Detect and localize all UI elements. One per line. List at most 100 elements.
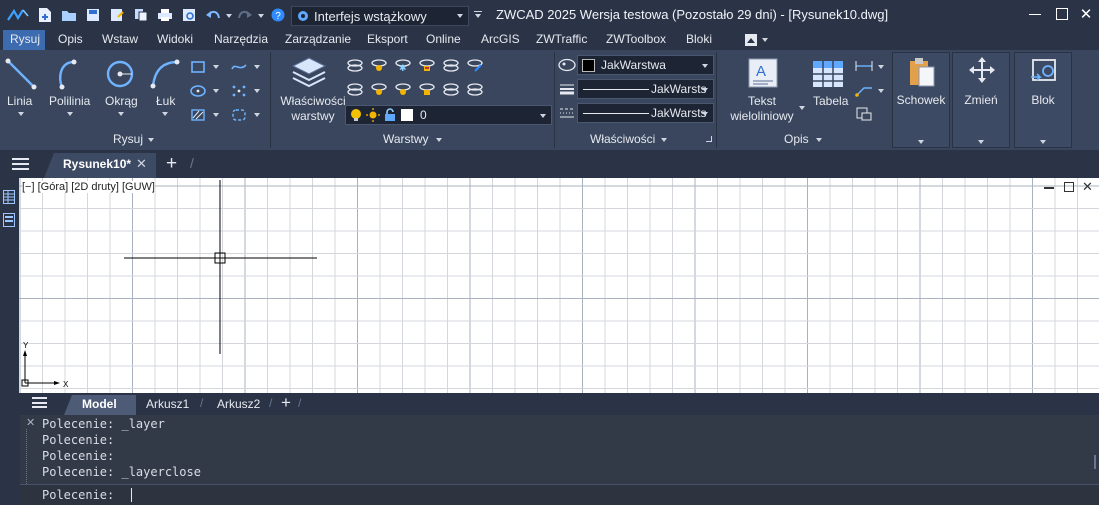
close-button[interactable]: ✕ — [1075, 4, 1097, 24]
tab-zwtoolbox[interactable]: ZWToolbox — [606, 32, 666, 46]
workspace-select[interactable]: Interfejs wstążkowy — [291, 6, 469, 26]
tab-eksport[interactable]: Eksport — [367, 32, 408, 46]
block-panel[interactable]: Blok — [1014, 52, 1072, 148]
layer-properties-button-line2[interactable]: warstwy — [276, 109, 350, 123]
layout-tab-arkusz1[interactable]: Arkusz1 — [146, 397, 189, 411]
line-button[interactable]: Linia — [7, 94, 32, 108]
layout-tab-model-label[interactable]: Model — [82, 397, 117, 411]
command-grip[interactable] — [26, 429, 32, 484]
hatch-dropdown-icon[interactable] — [213, 113, 219, 117]
layers-panel-label[interactable]: Warstwy — [383, 132, 429, 146]
redo-icon[interactable] — [237, 7, 253, 23]
layer-unlock-icon[interactable] — [419, 82, 435, 96]
properties-panel-label[interactable]: Właściwości — [590, 132, 655, 146]
add-layout-icon[interactable]: + — [281, 393, 291, 413]
tab-rysuj[interactable]: Rysuj — [10, 32, 40, 46]
polyline-button[interactable]: Polilinia — [49, 94, 90, 108]
help-icon[interactable]: ? — [270, 7, 286, 23]
boundary-dropdown-icon[interactable] — [254, 113, 260, 117]
ellipse-icon[interactable] — [190, 84, 206, 98]
layer-isolate-icon[interactable] — [371, 58, 387, 72]
new-tab-icon[interactable]: + — [166, 153, 177, 175]
tab-arcgis[interactable]: ArcGIS — [481, 32, 520, 46]
circle-button[interactable]: Okrąg — [105, 94, 138, 108]
command-scrollbar[interactable] — [1094, 455, 1096, 469]
rectangle-icon[interactable] — [190, 60, 206, 74]
rectangle-dropdown-icon[interactable] — [213, 65, 219, 69]
layer-off-icon[interactable] — [347, 58, 363, 72]
arc-button[interactable]: Łuk — [156, 94, 175, 108]
drawing-canvas[interactable]: [−] [Góra] [2D druty] [GUW] ✕ Y X — [19, 178, 1099, 393]
undo-icon[interactable] — [205, 7, 221, 23]
print-icon[interactable] — [157, 7, 173, 23]
circle-icon[interactable] — [104, 58, 136, 90]
tab-online[interactable]: Online — [426, 32, 461, 46]
properties-panel-expand-icon[interactable] — [661, 138, 667, 142]
point-dropdown-icon[interactable] — [254, 89, 260, 93]
layout-menu-icon[interactable] — [32, 397, 47, 408]
layer-select[interactable]: 0 — [345, 105, 552, 125]
save-as-icon[interactable] — [109, 7, 125, 23]
properties-dialog-launcher-icon[interactable] — [706, 136, 712, 142]
layer-properties-icon[interactable] — [291, 56, 327, 90]
line-icon[interactable] — [5, 58, 37, 90]
tab-opis[interactable]: Opis — [58, 32, 83, 46]
plot-preview-icon[interactable] — [181, 7, 197, 23]
spline-dropdown-icon[interactable] — [254, 65, 260, 69]
draw-panel-label[interactable]: Rysuj — [113, 132, 143, 146]
layout-tab-arkusz2[interactable]: Arkusz2 — [217, 397, 260, 411]
annotation-panel-label[interactable]: Opis — [784, 132, 809, 146]
mtext-dropdown-icon[interactable] — [799, 106, 805, 110]
customize-quick-access-caret-icon[interactable] — [475, 14, 481, 18]
layer-lock-icon[interactable] — [419, 58, 435, 72]
document-tab-label[interactable]: Rysunek10* — [63, 157, 131, 171]
tab-bloki[interactable]: Bloki — [686, 32, 712, 46]
ribbon-options-icon[interactable] — [762, 38, 768, 42]
layers-panel-expand-icon[interactable] — [436, 138, 442, 142]
table-icon[interactable] — [812, 60, 844, 88]
draw-panel-expand-icon[interactable] — [148, 138, 154, 142]
mtext-icon[interactable]: A — [748, 58, 778, 88]
command-input-field[interactable]: Polecenie: — [20, 484, 1099, 505]
layer-previous-icon[interactable] — [467, 58, 483, 72]
tab-zwtraffic[interactable]: ZWTraffic — [536, 32, 587, 46]
tab-zarzadzanie[interactable]: Zarządzanie — [285, 32, 351, 46]
boundary-icon[interactable] — [231, 108, 247, 122]
properties-palette-icon[interactable] — [3, 190, 15, 204]
close-tab-icon[interactable]: ✕ — [136, 156, 147, 172]
linetype-select[interactable]: JakWarsts — [577, 103, 714, 123]
modify-panel[interactable]: Zmień — [952, 52, 1010, 148]
menu-icon[interactable] — [12, 158, 29, 170]
design-center-icon[interactable] — [3, 213, 15, 227]
new-file-icon[interactable] — [37, 7, 53, 23]
tab-narzedzia[interactable]: Narzędzia — [214, 32, 268, 46]
tab-wstaw[interactable]: Wstaw — [102, 32, 138, 46]
mtext-button-line2[interactable]: wieloliniowy — [722, 109, 802, 123]
command-close-icon[interactable]: ✕ — [26, 416, 35, 429]
clipboard-panel[interactable]: Schowek — [892, 52, 950, 148]
leader-icon[interactable] — [855, 83, 872, 97]
layer-walk-icon[interactable] — [443, 82, 459, 96]
minimize-button[interactable] — [1024, 4, 1046, 24]
layer-unisolate-icon[interactable] — [371, 82, 387, 96]
point-icon[interactable] — [231, 84, 247, 98]
spline-icon[interactable] — [231, 60, 247, 74]
lineweight-icon[interactable] — [559, 82, 575, 96]
app-logo-icon[interactable] — [6, 7, 30, 23]
layer-thaw-icon[interactable] — [395, 82, 411, 96]
hatch-icon[interactable] — [190, 108, 206, 122]
arc-icon[interactable] — [149, 58, 181, 90]
color-select[interactable]: JakWarstwa — [577, 55, 714, 75]
dimension-icon[interactable] — [855, 59, 873, 73]
open-folder-icon[interactable] — [61, 7, 77, 23]
layer-freeze-icon[interactable]: ✱ — [395, 58, 411, 74]
maximize-button[interactable] — [1051, 4, 1073, 24]
match-properties-icon[interactable] — [558, 58, 576, 72]
copy-icon[interactable] — [133, 7, 149, 23]
polyline-icon[interactable] — [52, 58, 84, 90]
lineweight-select[interactable]: JakWarsts — [577, 79, 714, 99]
annotation-panel-expand-icon[interactable] — [816, 138, 822, 142]
linetype-icon[interactable] — [559, 106, 575, 120]
arc-dropdown-icon[interactable] — [162, 112, 168, 116]
ribbon-minimize-button[interactable] — [745, 34, 757, 46]
